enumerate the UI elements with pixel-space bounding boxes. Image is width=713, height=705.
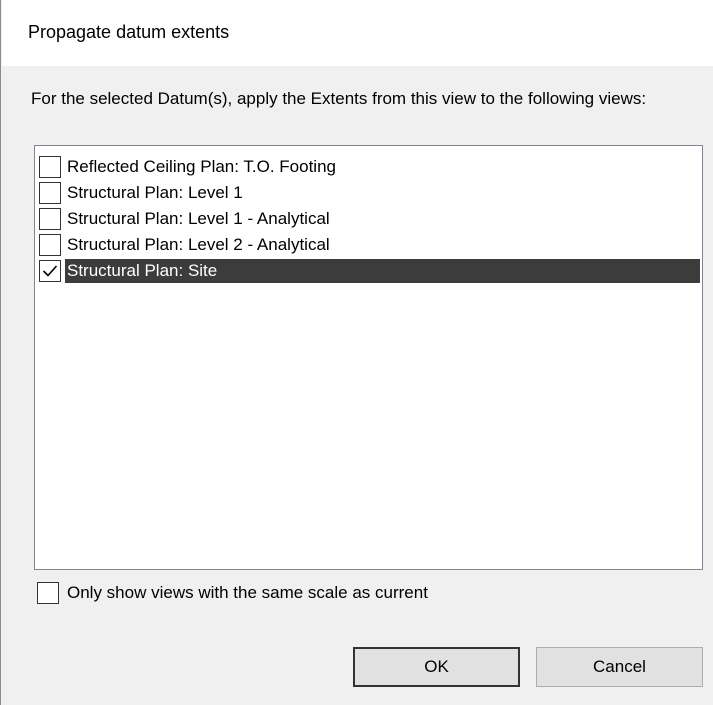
list-item-view-3[interactable]: Structural Plan: Level 2 - Analytical: [39, 232, 700, 258]
cancel-button[interactable]: Cancel: [536, 647, 703, 687]
view-checkbox[interactable]: [39, 156, 61, 178]
list-item-label: Structural Plan: Level 1: [67, 183, 243, 202]
list-item-view-4[interactable]: Structural Plan: Site: [39, 258, 700, 284]
ok-button[interactable]: OK: [353, 647, 520, 687]
list-item-label: Structural Plan: Level 2 - Analytical: [67, 235, 330, 254]
view-checkbox[interactable]: [39, 234, 61, 256]
same-scale-label: Only show views with the same scale as c…: [67, 583, 428, 602]
views-listbox[interactable]: Reflected Ceiling Plan: T.O. Footing Str…: [34, 145, 703, 570]
list-item-label: Structural Plan: Site: [65, 259, 700, 283]
title-bar: Propagate datum extents: [2, 0, 713, 66]
list-item-label: Structural Plan: Level 1 - Analytical: [67, 209, 330, 228]
list-item-view-1[interactable]: Structural Plan: Level 1: [39, 180, 700, 206]
list-item-label: Reflected Ceiling Plan: T.O. Footing: [67, 157, 336, 176]
list-item-view-2[interactable]: Structural Plan: Level 1 - Analytical: [39, 206, 700, 232]
instructions-text: For the selected Datum(s), apply the Ext…: [31, 89, 647, 108]
list-item-view-0[interactable]: Reflected Ceiling Plan: T.O. Footing: [39, 154, 700, 180]
view-checkbox[interactable]: [39, 208, 61, 230]
checkmark-icon: [42, 265, 58, 277]
same-scale-checkbox[interactable]: [37, 582, 59, 604]
propagate-datum-extents-dialog: Propagate datum extents For the selected…: [0, 0, 713, 705]
view-checkbox[interactable]: [39, 182, 61, 204]
dialog-title: Propagate datum extents: [28, 22, 230, 42]
same-scale-option[interactable]: Only show views with the same scale as c…: [37, 582, 428, 604]
view-checkbox[interactable]: [39, 260, 61, 282]
